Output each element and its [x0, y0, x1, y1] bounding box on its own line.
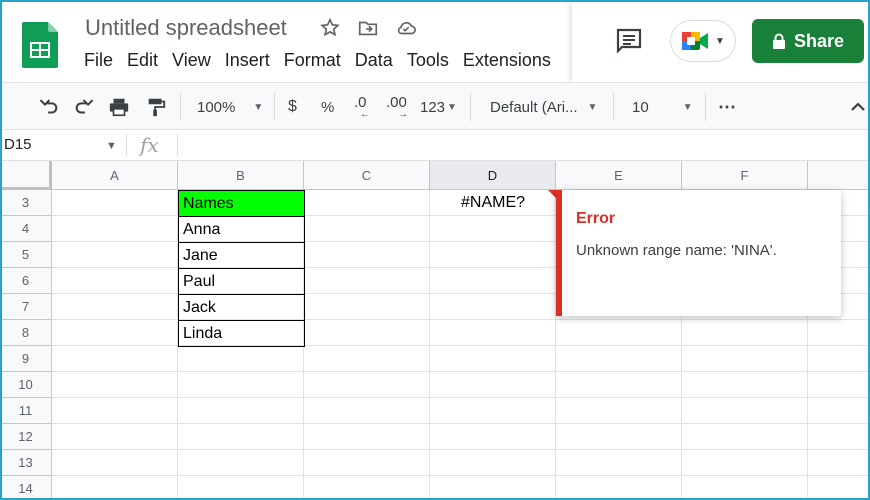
row-header[interactable]: 5 [0, 242, 52, 268]
menu-data[interactable]: Data [355, 50, 393, 71]
cell-d3[interactable]: #NAME? [430, 190, 556, 216]
move-to-folder-icon[interactable] [356, 16, 380, 40]
row-header[interactable]: 12 [0, 424, 52, 450]
share-button[interactable]: Share [752, 19, 864, 63]
print-icon[interactable] [108, 95, 130, 119]
percent-format-button[interactable]: % [321, 95, 334, 119]
google-sheets-logo[interactable] [22, 22, 58, 68]
arrow-left-icon: ← [360, 109, 370, 120]
chevron-down-icon[interactable]: ▼ [106, 140, 117, 152]
row-header[interactable]: 3 [0, 190, 52, 216]
row-header[interactable]: 4 [0, 216, 52, 242]
chevron-down-icon: ▼ [447, 101, 457, 113]
more-options-button[interactable]: ⋯ [718, 95, 736, 119]
meet-button[interactable]: ▼ [670, 20, 736, 62]
chevron-down-icon: ▼ [682, 101, 693, 113]
error-title: Error [576, 210, 616, 227]
gridline [52, 345, 870, 346]
toolbar-divider [613, 93, 614, 121]
lock-icon [772, 33, 785, 49]
collapse-toolbar-icon[interactable] [848, 95, 868, 119]
chevron-down-icon: ▼ [253, 101, 264, 113]
gridline [52, 449, 870, 450]
font-size-value: 10 [632, 98, 649, 116]
app-header: Untitled spreadsheet File Edit View Inse… [0, 0, 870, 82]
select-all-corner[interactable] [0, 161, 52, 190]
error-message: Unknown range name: 'NINA'. [576, 242, 777, 259]
row-header[interactable]: 13 [0, 450, 52, 476]
column-header-f[interactable]: F [682, 161, 808, 190]
header-actions: ▼ Share [572, 0, 870, 82]
toolbar-divider [705, 93, 706, 121]
row-header[interactable]: 7 [0, 294, 52, 320]
zoom-select[interactable]: 100% ▼ [197, 95, 263, 119]
menu-file[interactable]: File [84, 50, 113, 71]
toolbar: 100% ▼ $ % .0 ← .00 → 123 ▼ Default (Ari… [0, 82, 870, 130]
formula-bar-divider [126, 134, 127, 156]
error-tooltip: Error Unknown range name: 'NINA'. [556, 190, 841, 316]
column-header-e[interactable]: E [556, 161, 682, 190]
toolbar-divider [470, 93, 471, 121]
menu-edit[interactable]: Edit [127, 50, 158, 71]
comment-icon[interactable] [614, 26, 644, 56]
row-header[interactable]: 11 [0, 398, 52, 424]
share-label: Share [793, 30, 845, 51]
name-box[interactable]: D15 [4, 136, 32, 153]
error-indicator [548, 190, 556, 198]
star-icon[interactable] [318, 16, 342, 40]
row-header[interactable]: 10 [0, 372, 52, 398]
increase-decimal-button[interactable]: .00 → [386, 95, 408, 120]
gridline [52, 319, 870, 320]
toolbar-divider [274, 93, 275, 121]
cell-b5[interactable]: Jane [178, 242, 305, 269]
paint-format-icon[interactable] [145, 95, 167, 119]
zoom-value: 100% [197, 98, 236, 116]
gridline [52, 423, 870, 424]
cell-b4[interactable]: Anna [178, 216, 305, 243]
formula-bar-divider [177, 134, 178, 156]
font-size-select[interactable]: 10 ▼ [632, 95, 693, 119]
row-header[interactable]: 6 [0, 268, 52, 294]
gridline [52, 397, 870, 398]
row-header[interactable]: 9 [0, 346, 52, 372]
redo-icon[interactable] [73, 95, 95, 119]
menu-tools[interactable]: Tools [407, 50, 449, 71]
menu-insert[interactable]: Insert [225, 50, 270, 71]
font-family-value: Default (Ari... [490, 98, 578, 116]
gridline [52, 371, 870, 372]
formula-input[interactable] [186, 136, 866, 156]
menu-bar: File Edit View Insert Format Data Tools … [84, 50, 565, 71]
number-format-select[interactable]: 123 ▼ [420, 95, 457, 119]
toolbar-divider [180, 93, 181, 121]
undo-icon[interactable] [38, 95, 60, 119]
cell-b7[interactable]: Jack [178, 294, 305, 321]
font-family-select[interactable]: Default (Ari... ▼ [490, 95, 597, 119]
cell-b3[interactable]: Names [178, 190, 305, 217]
column-header-g[interactable] [808, 161, 870, 190]
chevron-down-icon: ▼ [587, 101, 598, 113]
cloud-saved-icon[interactable] [394, 16, 418, 40]
decrease-decimal-button[interactable]: .0 ← [354, 95, 370, 120]
function-icon: fx [140, 133, 159, 157]
menu-format[interactable]: Format [284, 50, 341, 71]
menu-extensions[interactable]: Extensions [463, 50, 551, 71]
google-meet-icon [682, 32, 709, 50]
row-header[interactable]: 14 [0, 476, 52, 500]
column-header-a[interactable]: A [52, 161, 178, 190]
formula-bar: D15 ▼ fx [0, 130, 870, 161]
arrow-right-icon: → [398, 109, 408, 120]
number-format-label: 123 [420, 98, 446, 116]
row-header[interactable]: 8 [0, 320, 52, 346]
column-header-d[interactable]: D [430, 161, 556, 190]
document-title[interactable]: Untitled spreadsheet [85, 15, 287, 41]
column-header-c[interactable]: C [304, 161, 430, 190]
cell-b6[interactable]: Paul [178, 268, 305, 295]
menu-view[interactable]: View [172, 50, 211, 71]
cell-b8[interactable]: Linda [178, 320, 305, 347]
gridline [52, 475, 870, 476]
chevron-down-icon: ▼ [715, 35, 725, 47]
currency-format-button[interactable]: $ [288, 95, 297, 119]
column-header-b[interactable]: B [178, 161, 304, 190]
